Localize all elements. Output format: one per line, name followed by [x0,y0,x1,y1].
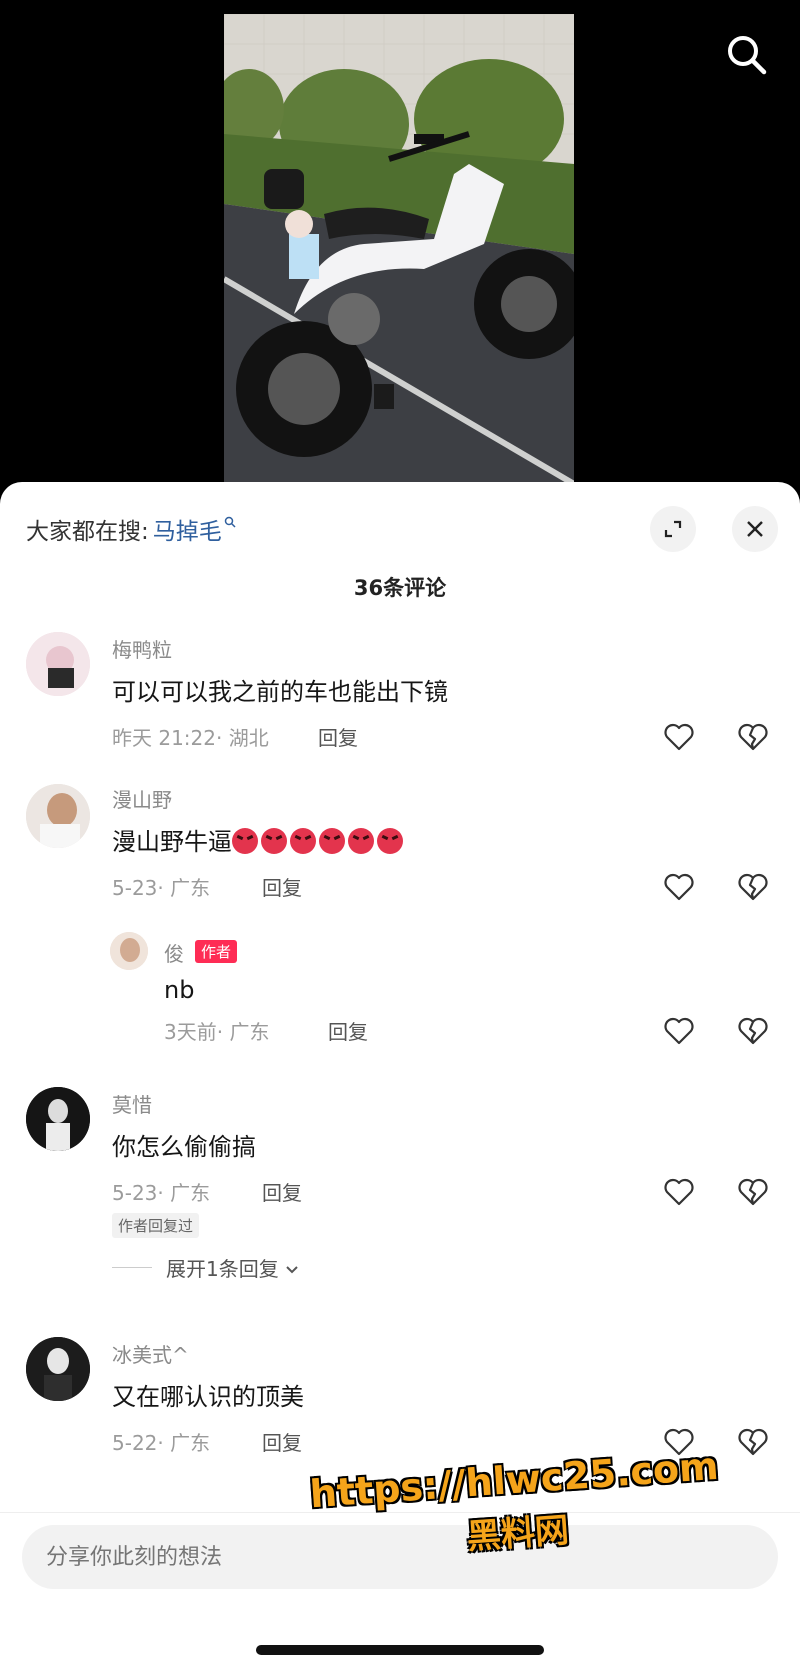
close-icon[interactable] [732,506,778,552]
comment-time: 5-23 [112,1181,158,1205]
comment-meta: 5-22· 广东 [112,1431,211,1455]
reply-location: 广东 [229,1020,270,1044]
angry-emoji-icon [377,828,403,854]
comment-username[interactable]: 漫山野 [112,784,172,813]
trending-search-bar[interactable]: 大家都在搜: 马掉毛 [26,512,236,546]
expand-replies-label: 展开1条回复 [166,1257,279,1281]
broken-heart-icon[interactable] [736,870,770,904]
divider [112,1267,152,1268]
reply-button[interactable]: 回复 [262,1427,302,1456]
avatar[interactable] [26,1337,90,1401]
comment-location: 广东 [170,1431,211,1455]
avatar[interactable] [26,1087,90,1151]
angry-emoji-icon [261,828,287,854]
comment-location: 广东 [170,876,211,900]
broken-heart-icon[interactable] [736,720,770,754]
comment-text-body: 漫山野牛逼 [112,828,232,856]
comment-time: 5-22 [112,1431,158,1455]
search-icon[interactable] [722,30,772,80]
reply-button[interactable]: 回复 [262,872,302,901]
broken-heart-icon[interactable] [736,1425,770,1459]
author-replied-tag: 作者回复过 [112,1213,200,1238]
comment-username[interactable]: 冰美式^ [112,1339,189,1368]
avatar[interactable] [26,632,90,696]
expand-replies-button[interactable]: 展开1条回复 [112,1253,299,1282]
small-search-icon [224,516,236,532]
comment-count: 36条评论 [353,576,447,600]
reply-time: 3天前 [164,1020,217,1044]
reply-text: nb [164,976,195,1004]
reply-button[interactable]: 回复 [328,1016,368,1045]
heart-icon[interactable] [662,1175,696,1209]
expand-icon[interactable] [650,506,696,552]
author-badge: 作者 [195,940,238,963]
angry-emoji-icon [319,828,345,854]
comment-location: 湖北 [228,726,269,750]
comment-text: 可以可以我之前的车也能出下镜 [112,678,448,706]
reply-button[interactable]: 回复 [318,722,358,751]
comment-meta: 昨天 21:22· 湖北 [112,726,269,750]
angry-emoji-icon [232,828,258,854]
heart-icon[interactable] [662,1014,696,1048]
angry-emoji-icon [290,828,316,854]
video-player[interactable] [0,0,800,490]
home-indicator[interactable] [256,1645,544,1655]
comment-location: 广东 [170,1181,211,1205]
avatar[interactable] [26,784,90,848]
angry-emoji-group [232,828,406,856]
reply-meta: 3天前· 广东 [164,1020,270,1044]
video-frame-scooter-photo [224,14,574,490]
chevron-down-icon [285,1256,299,1280]
broken-heart-icon[interactable] [736,1014,770,1048]
reply-avatar[interactable] [110,932,148,970]
comment-text: 又在哪认识的顶美 [112,1383,304,1411]
broken-heart-icon[interactable] [736,1175,770,1209]
comment-time: 昨天 21:22 [112,726,216,750]
comment-meta: 5-23· 广东 [112,1181,211,1205]
comment-text: 你怎么偷偷搞 [112,1133,256,1161]
comment-username[interactable]: 莫惜 [112,1089,152,1118]
trending-search-keyword[interactable]: 马掉毛 [153,512,222,546]
heart-icon[interactable] [662,720,696,754]
comment-username[interactable]: 梅鸭粒 [112,634,172,663]
heart-icon[interactable] [662,870,696,904]
comment-text: 漫山野牛逼 [112,822,406,857]
reply-button[interactable]: 回复 [262,1177,302,1206]
comment-time: 5-23 [112,876,158,900]
comment-meta: 5-23· 广东 [112,876,211,900]
reply-username[interactable]: 俊 [164,938,184,967]
trending-search-prefix: 大家都在搜: [26,519,149,545]
angry-emoji-icon [348,828,374,854]
